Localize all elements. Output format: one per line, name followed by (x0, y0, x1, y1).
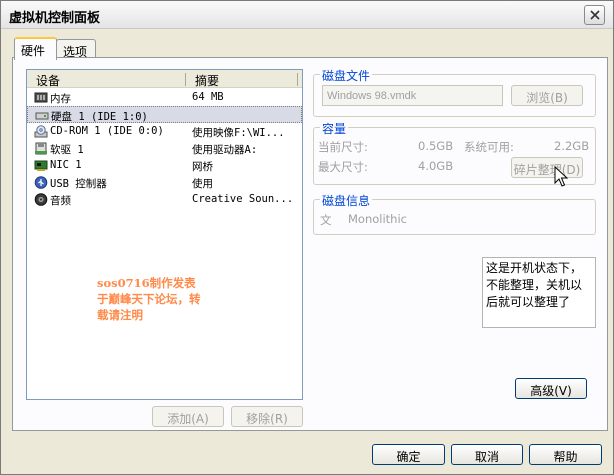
network-card-icon (34, 160, 48, 171)
floppy-icon (35, 142, 47, 155)
device-row-nic[interactable]: NIC 1 网桥 (27, 157, 302, 174)
disk-info-group-title: 磁盘信息 (320, 192, 373, 209)
available-label: 系统可用: (464, 140, 514, 154)
column-summary[interactable]: 摘要 (195, 72, 219, 89)
current-size-value: 0.5GB (418, 139, 454, 153)
device-summary: 使用 (192, 178, 213, 190)
disk-file-path-field[interactable]: Windows 98.vmdk (322, 85, 503, 106)
device-summary: Creative Soun... (192, 193, 294, 205)
title-bar[interactable]: 虚拟机控制面板 (1, 1, 613, 29)
device-name: NIC 1 (50, 159, 82, 171)
remove-device-button[interactable]: 移除(R) (231, 406, 303, 427)
cancel-button[interactable]: 取消 (451, 444, 523, 465)
device-name: 内存 (50, 93, 71, 105)
device-name: 硬盘 1 (IDE 1:0) (51, 111, 148, 123)
device-summary: 网桥 (192, 161, 213, 173)
disk-type-value: Monolithic (348, 212, 407, 226)
device-list[interactable]: 设备 摘要 内存 64 MB 硬盘 1 (IDE 1:0) CD-ROM 1 (… (26, 69, 303, 400)
defragment-button[interactable]: 碎片整理(D) (511, 157, 583, 178)
hard-disk-icon (35, 112, 49, 120)
disk-info-group: 磁盘信息 文 Monolithic (313, 192, 596, 235)
capacity-group-title: 容量 (320, 120, 349, 137)
hardware-tab-panel: 设备 摘要 内存 64 MB 硬盘 1 (IDE 1:0) CD-ROM 1 (… (12, 57, 608, 431)
cdrom-icon (34, 125, 48, 138)
device-name: USB 控制器 (50, 178, 107, 190)
max-size-label: 最大尺寸: (318, 160, 368, 174)
device-summary: 使用映像F:\WI... (192, 127, 285, 139)
device-summary: 使用驱动器A: (192, 144, 258, 156)
browse-button[interactable]: 浏览(B) (511, 85, 583, 106)
capacity-group: 容量 当前尺寸: 0.5GB 系统可用: 2.2GB 最大尺寸: 4.0GB 碎… (313, 120, 596, 187)
device-list-header: 设备 摘要 (27, 70, 302, 88)
disk-info-label: 文 (320, 213, 332, 227)
device-row-cdrom[interactable]: CD-ROM 1 (IDE 0:0) 使用映像F:\WI... (27, 123, 302, 140)
close-button[interactable] (584, 5, 605, 25)
device-row-memory[interactable]: 内存 64 MB (27, 89, 302, 106)
tab-hardware[interactable]: 硬件 (14, 37, 57, 60)
available-value: 2.2GB (554, 139, 590, 153)
annotation-note: 这是开机状态下，不能整理，关机以后就可以整理了 (482, 257, 596, 328)
disk-file-group-title: 磁盘文件 (320, 67, 373, 84)
column-divider[interactable] (297, 73, 298, 86)
column-divider[interactable] (185, 73, 186, 86)
memory-icon (34, 92, 48, 103)
mouse-cursor-icon (554, 166, 568, 187)
device-name: CD-ROM 1 (IDE 0:0) (50, 125, 164, 137)
device-summary: 64 MB (192, 91, 224, 103)
window-title: 虚拟机控制面板 (9, 11, 101, 26)
vm-control-panel-window: 虚拟机控制面板 硬件 选项 设备 摘要 内存 64 MB 硬盘 1 (IDE 1… (0, 0, 614, 475)
ok-button[interactable]: 确定 (372, 444, 445, 465)
advanced-button[interactable]: 高级(V) (515, 378, 587, 399)
speaker-icon (34, 193, 48, 206)
device-row-hard-disk[interactable]: 硬盘 1 (IDE 1:0) (27, 106, 302, 123)
add-device-button[interactable]: 添加(A) (152, 406, 224, 427)
usb-icon (34, 176, 48, 189)
max-size-value: 4.0GB (418, 159, 454, 173)
column-device[interactable]: 设备 (36, 72, 60, 89)
help-button[interactable]: 帮助 (529, 444, 602, 465)
device-row-audio[interactable]: 音频 Creative Soun... (27, 191, 302, 208)
device-row-usb[interactable]: USB 控制器 使用 (27, 174, 302, 191)
watermark-text: sos0716制作发表于巅峰天下论坛，转载请注明 (97, 276, 201, 322)
device-row-floppy[interactable]: 软驱 1 使用驱动器A: (27, 140, 302, 157)
device-name: 软驱 1 (50, 144, 84, 156)
device-name: 音频 (50, 195, 71, 207)
close-icon (590, 10, 600, 20)
disk-file-group: 磁盘文件 Windows 98.vmdk 浏览(B) (313, 67, 596, 117)
current-size-label: 当前尺寸: (318, 140, 368, 154)
